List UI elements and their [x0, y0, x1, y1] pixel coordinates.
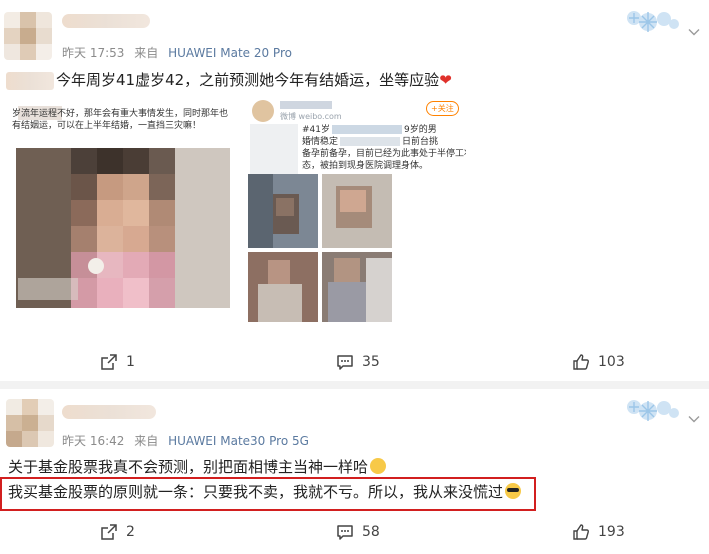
embedded-image-left[interactable]: 岁流年运程不好，那年会有重大事情发生，同时那年也有结姻运，可以在上半年结婚，一直… — [8, 100, 232, 322]
comment-icon — [337, 355, 353, 370]
image-profile-name-blur — [280, 101, 332, 109]
share-button[interactable]: 1 — [100, 350, 135, 374]
thumbs-up-icon — [573, 524, 589, 540]
share-icon — [101, 524, 117, 540]
embedded-image-right[interactable]: 微博 weibo.com +关注 #41岁 9岁的男 婚情稳定 日前台挑 备孕前备孕… — [248, 98, 466, 322]
comment-button[interactable]: 35 — [336, 350, 380, 374]
avatar[interactable] — [6, 399, 54, 447]
blurred-face-photo — [16, 148, 230, 308]
post-meta: 昨天 17:53 来自 HUAWEI Mate 20 Pro — [62, 44, 292, 61]
avatar[interactable] — [4, 12, 52, 60]
text-blur — [340, 137, 401, 146]
comment-icon — [337, 525, 353, 540]
username[interactable] — [62, 14, 150, 28]
post-meta: 昨天 16:42 来自 HUAWEI Mate30 Pro 5G — [62, 432, 309, 449]
chevron-down-icon[interactable] — [688, 413, 700, 425]
like-button[interactable]: 193 — [572, 520, 625, 544]
highlight-box — [0, 477, 536, 511]
share-count: 2 — [126, 524, 135, 540]
comment-count: 35 — [362, 354, 380, 370]
source-prefix: 来自 — [134, 434, 159, 448]
username[interactable] — [62, 405, 156, 419]
share-count: 1 — [126, 354, 135, 370]
sweat-emoji-icon — [370, 458, 387, 474]
comment-count: 58 — [362, 524, 380, 540]
comment-button[interactable]: 58 — [336, 520, 380, 544]
action-bar: 2 58 193 — [0, 520, 709, 544]
device-link[interactable]: HUAWEI Mate 20 Pro — [168, 46, 292, 60]
hashtag-blur — [332, 125, 402, 134]
device-link[interactable]: HUAWEI Mate30 Pro 5G — [168, 434, 309, 448]
post-text: 今年周岁41虚岁42，之前预测她今年有结婚运，坐等应验❤ — [56, 71, 452, 89]
blurred-photo-grid — [248, 174, 392, 322]
like-count: 193 — [598, 524, 625, 540]
post-text-line-1: 关于基金股票我真不会预测，别把面相博主当神一样哈 — [8, 457, 387, 477]
thumbs-up-icon — [573, 354, 589, 370]
post-time: 昨天 17:53 — [62, 46, 125, 60]
snowflake-decoration-icon — [627, 11, 679, 32]
post-card-1: 昨天 17:53 来自 HUAWEI Mate 20 Pro 今年周岁41虚岁4… — [0, 0, 709, 381]
heart-emoji-icon: ❤ — [439, 71, 452, 89]
image-caption: 岁流年运程不好，那年会有重大事情发生，同时那年也有结姻运，可以在上半年结婚，一直… — [12, 109, 229, 131]
share-icon — [101, 354, 117, 370]
post-time: 昨天 16:42 — [62, 434, 125, 448]
image-profile-avatar — [252, 100, 274, 122]
mention-blur[interactable] — [6, 72, 54, 90]
like-button[interactable]: 103 — [572, 350, 625, 374]
image-follow-button: +关注 — [426, 101, 459, 116]
snowflake-decoration-icon — [627, 400, 679, 421]
image-weibo-url: 微博 weibo.com — [280, 112, 342, 121]
action-bar: 1 35 103 — [0, 350, 709, 374]
image-left-blur — [250, 124, 298, 174]
post-card-2: 昨天 16:42 来自 HUAWEI Mate30 Pro 5G 关于基金股票我… — [0, 389, 709, 554]
like-count: 103 — [598, 354, 625, 370]
source-prefix: 来自 — [134, 46, 159, 60]
share-button[interactable]: 2 — [100, 520, 135, 544]
chevron-down-icon[interactable] — [688, 26, 700, 38]
